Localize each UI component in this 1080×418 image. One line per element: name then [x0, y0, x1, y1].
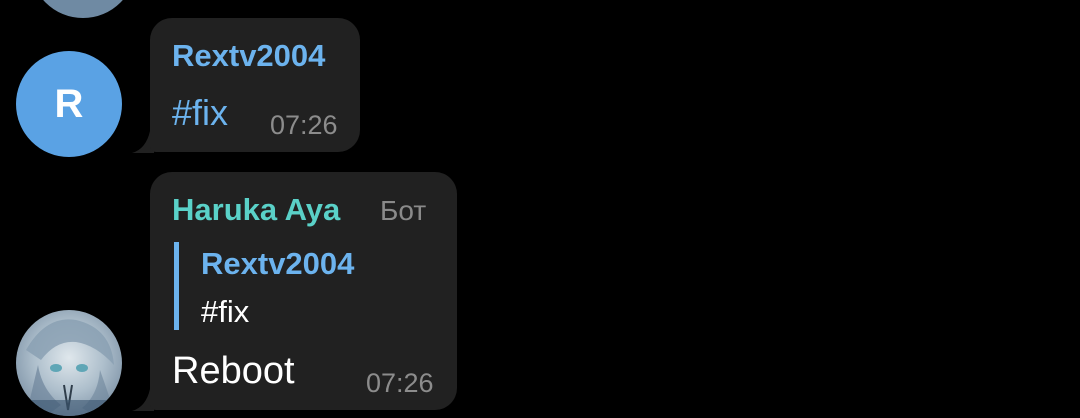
- avatar-letter: R: [54, 81, 84, 126]
- avatar-previous[interactable]: [30, 0, 136, 18]
- reply-quote[interactable]: Rextv2004 #fix: [174, 242, 419, 330]
- sender-name[interactable]: Rextv2004: [172, 38, 325, 74]
- reply-text: #fix: [201, 294, 250, 329]
- reply-sender-name: Rextv2004: [201, 246, 355, 281]
- message-bubble[interactable]: Rextv2004 #fix 07:26: [150, 18, 360, 152]
- sender-name[interactable]: Haruka Aya: [172, 192, 340, 228]
- message-text: Reboot: [172, 350, 295, 392]
- message-bubble[interactable]: Haruka Aya Бот Rextv2004 #fix Reboot 07:…: [150, 172, 457, 410]
- message-time: 07:26: [366, 368, 434, 398]
- avatar-haruka-aya[interactable]: [16, 310, 122, 416]
- chat-view: R Rextv2004 #fix 07:26 Haruka Aya Бот Re…: [0, 0, 1080, 418]
- avatar-rextv2004[interactable]: R: [16, 51, 122, 157]
- message-time: 07:26: [270, 110, 338, 140]
- avatar-image-icon: [16, 310, 122, 416]
- hashtag-link[interactable]: #fix: [172, 92, 228, 134]
- bot-tag: Бот: [380, 195, 427, 226]
